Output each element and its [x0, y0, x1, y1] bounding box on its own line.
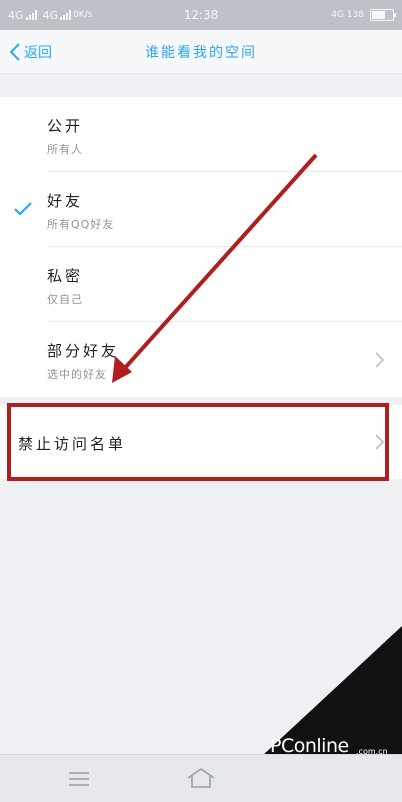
battery-icon: [370, 9, 396, 21]
visibility-options-list: 公开 所有人 好友 所有QQ好友 私密 仅自己 部分好友 选中的好友: [0, 97, 402, 397]
option-some-friends[interactable]: 部分好友 选中的好友: [0, 322, 402, 397]
option-title: 公开: [47, 117, 84, 135]
watermark-corner-shape: [262, 626, 402, 756]
chevron-left-icon: [10, 42, 20, 61]
system-nav-bar: [0, 754, 402, 802]
menu-icon[interactable]: [68, 771, 90, 787]
option-title: 私密: [47, 267, 84, 285]
back-button[interactable]: 返回: [0, 42, 52, 62]
nav-bar: 返回 谁能看我的空间: [0, 30, 402, 74]
option-subtitle: 选中的好友: [47, 368, 107, 381]
option-subtitle: 仅自己: [47, 293, 83, 306]
option-subtitle: 所有人: [47, 143, 83, 156]
home-icon[interactable]: [186, 767, 216, 789]
option-title: 好友: [47, 192, 84, 210]
clock: 12:38: [183, 8, 219, 22]
page-title: 谁能看我的空间: [145, 44, 257, 61]
chevron-right-icon: [375, 352, 384, 368]
back-label: 返回: [24, 44, 52, 61]
status-bar: 4G 4G 0K/s 12:38 4G 138: [0, 0, 402, 30]
option-private[interactable]: 私密 仅自己: [0, 247, 402, 322]
chevron-right-icon: [375, 434, 384, 450]
block-list-title: 禁止访问名单: [18, 435, 127, 453]
option-title: 部分好友: [47, 342, 120, 360]
option-subtitle: 所有QQ好友: [47, 218, 115, 231]
option-public[interactable]: 公开 所有人: [0, 97, 402, 172]
block-list-row[interactable]: 禁止访问名单: [0, 405, 402, 479]
option-friends[interactable]: 好友 所有QQ好友: [0, 172, 402, 247]
check-icon: [14, 202, 32, 216]
